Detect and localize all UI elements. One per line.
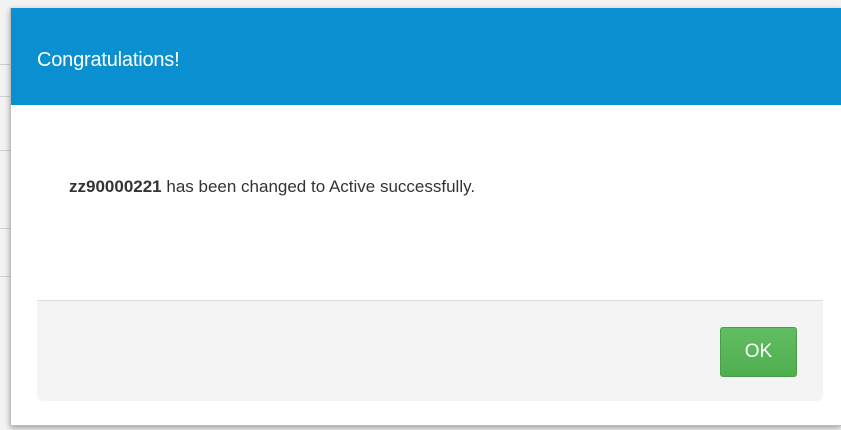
success-dialog: Congratulations! zz90000221 has been cha… (10, 8, 841, 426)
dialog-title: Congratulations! (37, 49, 180, 71)
status-message-text: has been changed to Active successfully. (161, 177, 476, 196)
status-message: zz90000221 has been changed to Active su… (69, 176, 475, 198)
background-divider (0, 276, 10, 277)
account-id: zz90000221 (69, 177, 162, 196)
dialog-header: Congratulations! (11, 8, 841, 105)
ok-button[interactable]: OK (720, 327, 797, 377)
background-divider (0, 96, 10, 97)
background-divider (0, 64, 10, 65)
dialog-footer: OK (37, 300, 823, 401)
background-divider (0, 228, 10, 229)
dialog-body: zz90000221 has been changed to Active su… (11, 105, 841, 301)
background-divider (0, 150, 10, 151)
